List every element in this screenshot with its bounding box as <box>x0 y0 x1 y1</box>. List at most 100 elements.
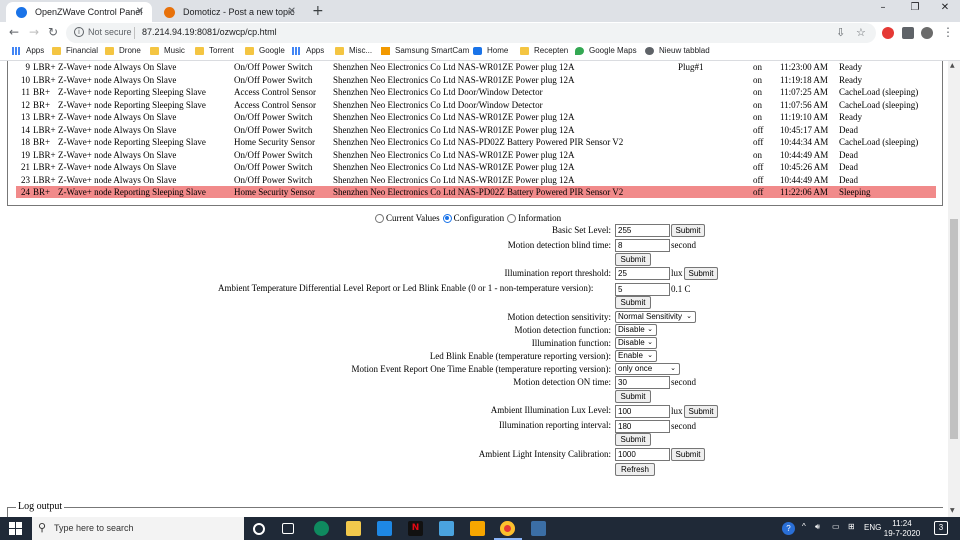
address-bar[interactable]: i Not secure 87.214.94.19:8081/ozwcp/cp.… <box>66 23 876 43</box>
bookmark-item[interactable]: Torrent <box>195 46 234 55</box>
language-indicator[interactable]: ENG <box>864 523 881 532</box>
tab-domoticz[interactable]: Domoticz - Post a new topic ✕ <box>154 2 304 22</box>
node-row[interactable]: 9 LBR+ Z-Wave+ node Always On Slave On/Off … <box>16 61 936 73</box>
edge-browser-icon[interactable] <box>314 521 329 536</box>
minimize-button[interactable]: – <box>868 2 898 13</box>
node-row[interactable]: 12 BR+ Z-Wave+ node Reporting Sleeping Sla… <box>16 99 936 111</box>
lux-level-input[interactable]: 100 <box>615 405 670 418</box>
blind-time-input[interactable]: 8 <box>615 239 670 252</box>
url-text[interactable]: 87.214.94.19:8081/ozwcp/cp.html <box>142 27 277 37</box>
basic-set-level-input[interactable]: 255 <box>615 224 670 237</box>
browser-menu-icon[interactable]: ⋮ <box>940 25 956 39</box>
on-time-submit-button[interactable]: Submit <box>615 390 651 403</box>
bookmark-item[interactable]: Misc... <box>335 46 372 55</box>
app-icon[interactable] <box>470 521 485 536</box>
battery-icon[interactable]: ▭ <box>832 522 840 531</box>
configuration-label[interactable]: Configuration <box>454 213 505 223</box>
bookmark-item[interactable]: Drone <box>105 46 141 55</box>
calibration-input[interactable]: 1000 <box>615 448 670 461</box>
motion-function-select[interactable]: Disable ⌄ <box>615 324 657 336</box>
on-time-input[interactable]: 30 <box>615 376 670 389</box>
information-label[interactable]: Information <box>518 213 561 223</box>
scroll-up-icon[interactable]: ▲ <box>950 62 955 69</box>
new-tab-button[interactable]: + <box>312 3 324 19</box>
configuration-radio[interactable] <box>442 213 452 223</box>
volume-icon[interactable]: 🔊︎ <box>815 522 820 532</box>
node-row[interactable]: 21 LBR+ Z-Wave+ node Always On Slave On/Off… <box>16 161 936 173</box>
bookmark-item[interactable]: Nieuw tabblad <box>645 46 710 55</box>
node-row[interactable]: 23 LBR+ Z-Wave+ node Always On Slave On/Off… <box>16 174 936 186</box>
install-app-icon[interactable]: ⇩ <box>836 26 845 39</box>
temperature-differential-submit-button[interactable]: Submit <box>615 296 651 309</box>
netflix-icon[interactable]: N <box>408 521 423 536</box>
back-arrow-icon[interactable]: ← <box>6 25 22 39</box>
bookmark-item[interactable]: Home <box>473 46 508 55</box>
forward-arrow-icon[interactable]: → <box>26 25 42 39</box>
blind-time-submit-button[interactable]: Submit <box>615 253 651 266</box>
bookmark-item[interactable]: Financial <box>52 46 98 55</box>
node-row[interactable]: 11 BR+ Z-Wave+ node Reporting Sleeping Sla… <box>16 86 936 98</box>
illumination-threshold-input[interactable]: 25 <box>615 267 670 280</box>
temperature-differential-input[interactable]: 5 <box>615 283 670 296</box>
notification-center-icon[interactable]: 3 <box>934 521 948 535</box>
dropbox-icon[interactable] <box>377 521 392 536</box>
node-row[interactable]: 24 BR+ Z-Wave+ node Reporting Sleeping Sla… <box>16 186 936 198</box>
bookmark-item[interactable]: Google Maps <box>575 46 637 55</box>
adblock-extension-icon[interactable] <box>882 27 894 39</box>
bookmark-item[interactable]: Recepten <box>520 46 568 55</box>
lux-level-submit-button[interactable]: Submit <box>684 405 718 418</box>
report-interval-submit-button[interactable]: Submit <box>615 433 651 446</box>
node-state-cell: off <box>753 162 764 172</box>
bookmark-star-icon[interactable]: ☆ <box>856 26 866 39</box>
node-row[interactable]: 14 LBR+ Z-Wave+ node Always On Slave On/Off… <box>16 124 936 136</box>
calibration-submit-button[interactable]: Submit <box>671 448 705 461</box>
site-info-icon[interactable]: i <box>74 27 84 37</box>
puzzle-extension-icon[interactable] <box>902 27 914 39</box>
node-row[interactable]: 19 LBR+ Z-Wave+ node Always On Slave On/Off… <box>16 149 936 161</box>
page-scrollbar[interactable]: ▲ ▼ <box>948 61 960 517</box>
restore-button[interactable]: ❐ <box>900 2 930 13</box>
information-radio[interactable] <box>507 213 517 223</box>
current-values-radio[interactable] <box>375 213 384 223</box>
report-interval-input[interactable]: 180 <box>615 420 670 433</box>
motion-sensitivity-select[interactable]: Normal Sensitivity ⌄ <box>615 311 696 323</box>
file-explorer-icon[interactable] <box>346 521 361 536</box>
bookmark-label: Music <box>164 46 185 55</box>
scrollbar-thumb[interactable] <box>950 219 958 439</box>
show-hidden-icons-icon[interactable]: ^ <box>802 522 806 531</box>
led-blink-select[interactable]: Enable ⌄ <box>615 350 657 362</box>
network-app-icon[interactable] <box>531 521 546 536</box>
profile-avatar[interactable] <box>921 27 933 39</box>
bookmark-item[interactable]: Apps <box>12 46 44 55</box>
node-row[interactable]: 10 LBR+ Z-Wave+ node Always On Slave On/Off… <box>16 74 936 86</box>
remote-desktop-icon[interactable] <box>439 521 454 536</box>
reload-icon[interactable]: ↻ <box>45 25 61 39</box>
tab-openzwave[interactable]: OpenZWave Control Panel ✕ <box>6 2 152 22</box>
illumination-threshold-submit-button[interactable]: Submit <box>684 267 718 280</box>
node-row[interactable]: 13 LBR+ Z-Wave+ node Always On Slave On/Off… <box>16 111 936 123</box>
windows-start-icon[interactable] <box>9 522 22 535</box>
refresh-button[interactable]: Refresh <box>615 463 655 476</box>
bookmark-item[interactable]: Samsung SmartCam <box>381 46 469 55</box>
close-tab-icon[interactable]: ✕ <box>288 6 296 17</box>
scroll-down-icon[interactable]: ▼ <box>950 507 955 514</box>
illumination-function-select[interactable]: Disable ⌄ <box>615 337 657 349</box>
bookmark-item[interactable]: Music <box>150 46 185 55</box>
chrome-icon[interactable] <box>500 521 515 536</box>
security-indicator[interactable]: Not secure <box>88 27 132 37</box>
bookmark-item[interactable]: Apps <box>292 46 324 55</box>
node-product-cell: Shenzhen Neo Electronics Co Ltd NAS-WR01… <box>333 124 575 135</box>
close-tab-icon[interactable]: ✕ <box>136 6 144 17</box>
network-icon[interactable]: ⊞ <box>848 522 855 531</box>
bookmark-item[interactable]: Google <box>245 46 285 55</box>
basic-set-level-submit-button[interactable]: Submit <box>671 224 705 237</box>
event-once-select[interactable]: only once ⌄ <box>615 363 680 375</box>
node-row[interactable]: 18 BR+ Z-Wave+ node Reporting Sleeping Sla… <box>16 136 936 148</box>
taskbar-clock[interactable]: 11:24 19-7-2020 <box>880 519 924 539</box>
task-view-icon[interactable] <box>282 523 294 534</box>
taskbar-search-box[interactable]: ⚲ Type here to search <box>32 517 244 540</box>
help-icon[interactable]: ? <box>782 522 795 535</box>
cortana-icon[interactable] <box>253 523 265 535</box>
close-window-button[interactable]: ✕ <box>930 2 960 13</box>
current-values-label[interactable]: Current Values <box>386 213 440 223</box>
